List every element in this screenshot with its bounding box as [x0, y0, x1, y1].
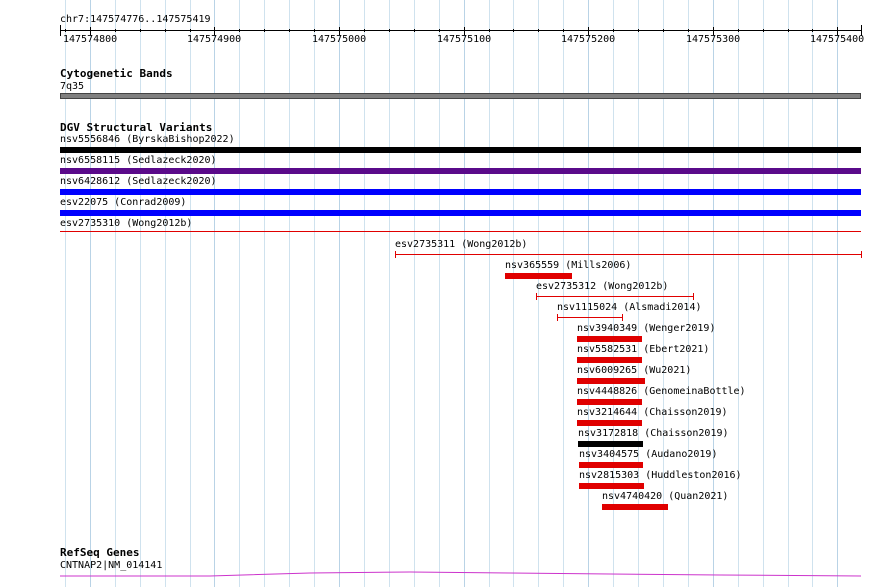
genome-browser-view: chr7:147574776..147575419 147574800 14757… — [0, 0, 890, 587]
intron-line — [60, 571, 862, 577]
gene-model[interactable] — [0, 0, 890, 587]
